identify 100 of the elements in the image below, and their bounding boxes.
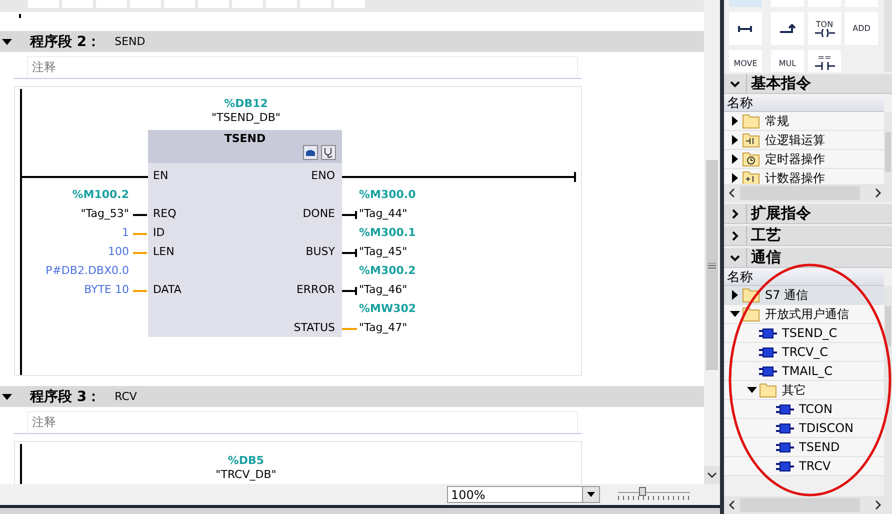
tree-item[interactable]: TSEND_C	[724, 324, 884, 343]
operand-address: %M300.2	[359, 264, 416, 278]
block-type: TSEND	[223, 132, 267, 146]
item-label: TRCV	[799, 459, 831, 473]
expanded-triangle-icon	[747, 385, 757, 395]
block-icon	[303, 145, 318, 160]
network-header[interactable]: 程序段 2： SEND	[0, 31, 704, 52]
tree-item[interactable]: 其它	[724, 381, 884, 400]
instruction-button[interactable]: ADD	[845, 12, 878, 45]
tree-item[interactable]: S7 通信	[724, 286, 884, 305]
section-header[interactable]: 工艺	[724, 224, 892, 246]
network-name: SEND	[114, 35, 146, 48]
item-label: 定时器操作	[765, 150, 825, 168]
horizontal-scrollbar[interactable]	[724, 496, 892, 514]
scroll-left-icon	[728, 188, 736, 198]
zoom-dropdown[interactable]: 100%	[447, 486, 600, 503]
operand: "Tag_53"	[80, 207, 129, 221]
collapsed-triangle-icon	[730, 290, 740, 300]
network-title: 程序段 3：	[30, 388, 101, 406]
section-title: 扩展指令	[751, 204, 811, 223]
instruction-button[interactable]	[771, 12, 804, 45]
pin-label: EN	[153, 169, 168, 183]
folder-icon	[742, 169, 760, 184]
section-title: 工艺	[751, 226, 781, 245]
zoom-slider[interactable]	[618, 486, 690, 503]
scroll-left-icon	[728, 500, 736, 510]
item-label: TRCV_C	[782, 345, 828, 359]
connection-wire	[133, 252, 147, 254]
tree-item[interactable]: TCON	[724, 400, 884, 419]
network-header[interactable]: 程序段 3： RCV	[0, 386, 704, 407]
tree-item[interactable]: TSEND	[724, 438, 884, 457]
operand: 1	[122, 226, 129, 240]
operand: "Tag_45"	[359, 245, 408, 259]
coil-icon	[814, 29, 834, 37]
item-label: 常规	[765, 112, 789, 130]
branch-open-icon	[738, 24, 754, 32]
operand: "Tag_47"	[359, 321, 408, 335]
instruction-label: ==	[818, 53, 832, 62]
instruction-label: MOVE	[734, 59, 758, 68]
operand-address: %M100.2	[72, 188, 129, 202]
list-scrollbar[interactable]	[884, 112, 892, 184]
pin-label: ID	[153, 226, 165, 240]
tree-item[interactable]: 开放式用户通信	[724, 305, 884, 324]
stethoscope-icon	[321, 145, 336, 160]
section-header[interactable]: 基本指令	[724, 72, 892, 94]
tree-item[interactable]: TDISCON	[724, 419, 884, 438]
tree-item[interactable]: TMAIL_C	[724, 362, 884, 381]
dropdown-arrow-icon	[587, 492, 595, 497]
folder-icon	[742, 131, 760, 149]
item-label: 位逻辑运算	[765, 132, 825, 148]
operand-address: %MW302	[359, 302, 416, 316]
item-label: TSEND	[799, 440, 840, 454]
scroll-grip-icon	[708, 263, 716, 269]
item-label: TCON	[799, 402, 832, 416]
connection-wire	[342, 287, 357, 295]
item-label: 计数器操作	[765, 170, 825, 184]
pin-label: DATA	[153, 283, 182, 297]
section-header[interactable]: 扩展指令	[724, 202, 892, 224]
scroll-thumb[interactable]	[706, 160, 718, 370]
slider-thumb[interactable]	[638, 487, 646, 496]
branch-close-icon	[780, 24, 796, 33]
connection-wire	[342, 211, 357, 219]
instruction-button[interactable]	[729, 12, 762, 45]
section-title: 通信	[751, 248, 781, 267]
connection-wire	[133, 290, 147, 292]
instruction-button[interactable]: MUL	[771, 50, 804, 72]
item-label: 开放式用户通信	[765, 306, 849, 322]
vertical-scrollbar[interactable]	[704, 0, 720, 484]
tree-item[interactable]: 计数器操作	[724, 169, 884, 184]
operand: 100	[108, 245, 129, 259]
instruction-button[interactable]: TON	[808, 12, 841, 45]
pin-label: DONE	[302, 207, 335, 221]
network-name: RCV	[114, 390, 137, 403]
pin-label: LEN	[153, 245, 174, 259]
instance-address: %DB12	[223, 97, 269, 111]
section-header[interactable]: 通信	[724, 246, 892, 268]
instance-name: "TSEND_DB"	[210, 111, 282, 125]
item-label: TDISCON	[799, 421, 854, 435]
instruction-button[interactable]: MOVE	[729, 50, 762, 72]
tree-item[interactable]: TRCV	[724, 457, 884, 476]
tree-item[interactable]: 位逻辑运算	[724, 131, 884, 150]
instruction-label: ADD	[852, 24, 870, 33]
instruction-button[interactable]: ==	[808, 50, 841, 72]
connection-wire	[133, 233, 147, 235]
pin-label: BUSY	[306, 245, 335, 259]
pin-label: STATUS	[294, 321, 335, 335]
operand: "Tag_44"	[359, 207, 408, 221]
column-header: 名称	[724, 94, 884, 112]
instruction-label: MUL	[778, 59, 796, 68]
connection-wire	[133, 214, 147, 216]
operand-address: %M300.1	[359, 226, 416, 240]
contact-icon	[814, 62, 834, 70]
tree-item[interactable]: 定时器操作	[724, 150, 884, 169]
tree-item[interactable]: TRCV_C	[724, 343, 884, 362]
item-label: TMAIL_C	[782, 364, 832, 378]
tree-item[interactable]: 常规	[724, 112, 884, 131]
scroll-right-icon	[874, 188, 882, 198]
operand-address: %M300.0	[359, 188, 416, 202]
horizontal-scrollbar[interactable]	[724, 184, 892, 202]
connection-wire	[342, 325, 357, 333]
